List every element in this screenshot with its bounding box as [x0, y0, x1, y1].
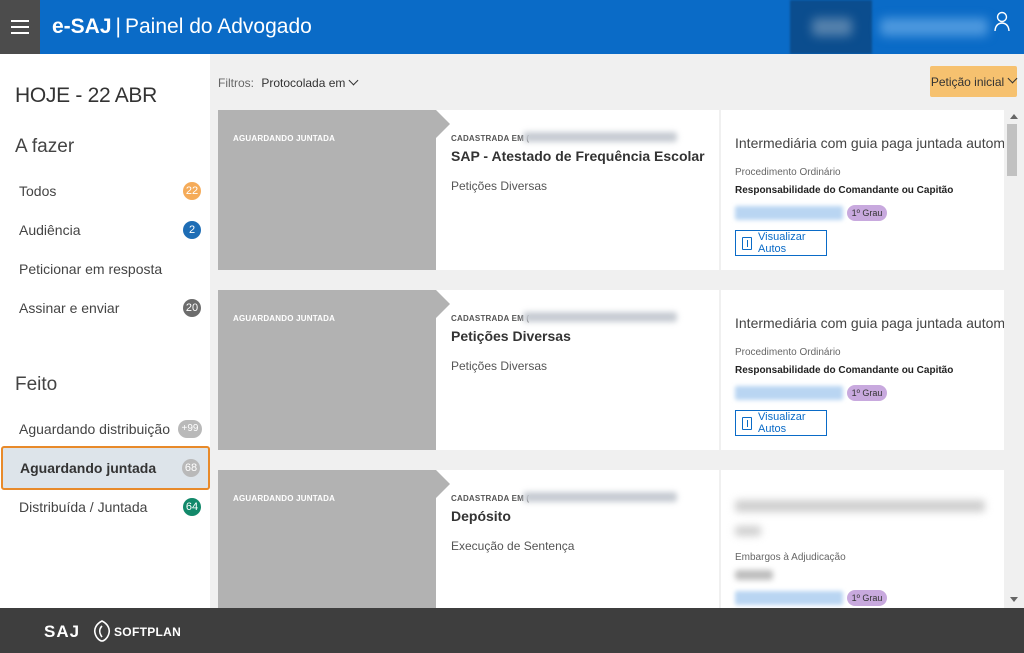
redacted-date: [523, 312, 677, 322]
sidebar-item-label: Distribuída / Juntada: [19, 499, 148, 515]
redacted-process-number: [735, 386, 843, 400]
document-icon: [742, 237, 752, 250]
brand-separator: |: [115, 15, 121, 38]
footer: SAJ SOFTPLAN: [0, 608, 1024, 653]
status-block: AGUARDANDO JUNTADA: [218, 470, 436, 608]
redacted-logo: [790, 0, 872, 54]
degree-badge: 1º Grau: [847, 385, 887, 401]
sidebar-item-label: Aguardando distribuição: [19, 421, 170, 437]
degree-badge: 1º Grau: [847, 205, 887, 221]
scroll-up-icon[interactable]: [1010, 114, 1018, 119]
sidebar-item-aguardando-distribuicao[interactable]: Aguardando distribuição +99: [0, 412, 210, 448]
petition-card[interactable]: AGUARDANDO JUNTADA CADASTRADA EM ( SAP -…: [218, 110, 1024, 270]
document-icon: [742, 417, 752, 430]
count-badge: +99: [178, 420, 202, 438]
today-date: HOJE - 22 ABR: [15, 84, 157, 107]
new-petition-label: Petição inicial: [930, 74, 1005, 89]
filter-label: Filtros:: [218, 76, 254, 90]
procedure-label: Procedimento Ordinário: [735, 347, 841, 358]
count-badge: 20: [183, 299, 201, 317]
degree-badge: 1º Grau: [847, 590, 887, 606]
chevron-down-icon: [1007, 73, 1018, 84]
app-title: e-SAJ | Painel do Advogado: [52, 15, 312, 39]
redacted-process-number: [735, 591, 843, 605]
petition-card[interactable]: AGUARDANDO JUNTADA CADASTRADA EM ( Petiç…: [218, 290, 1024, 450]
count-badge: 2: [183, 221, 201, 239]
chevron-down-icon: [348, 75, 359, 86]
user-icon[interactable]: [994, 11, 1010, 33]
view-case-label: Visualizar Autos: [758, 231, 806, 255]
sidebar-item-label: Todos: [19, 183, 57, 199]
top-bar: e-SAJ | Painel do Advogado: [0, 0, 1024, 54]
app-subtitle: Painel do Advogado: [125, 15, 312, 38]
sidebar: HOJE - 22 ABR A fazer Todos 22 Audiência…: [0, 54, 210, 608]
created-label: CADASTRADA EM (: [451, 494, 530, 503]
petition-classification: Petições Diversas: [451, 359, 548, 373]
hamburger-icon: [11, 20, 29, 22]
redacted-petition-type: [735, 500, 985, 512]
filter-value: Protocolada em: [261, 76, 346, 90]
hamburger-menu-button[interactable]: [0, 0, 40, 54]
view-case-label: Visualizar Autos: [758, 411, 806, 435]
main-content: Filtros: Protocolada em Petição inicial …: [210, 54, 1024, 608]
count-badge: 64: [183, 498, 201, 516]
created-label: CADASTRADA EM (: [451, 134, 530, 143]
sidebar-item-distribuida-juntada[interactable]: Distribuída / Juntada 64: [0, 490, 210, 526]
redacted-subject: [735, 570, 773, 580]
redacted-date: [523, 492, 677, 502]
count-badge: 22: [183, 182, 201, 200]
sidebar-item-assinar-e-enviar[interactable]: Assinar e enviar 20: [0, 291, 210, 327]
procedure-label: Embargos à Adjudicação: [735, 552, 846, 563]
petition-type: Intermediária com guia paga juntada auto…: [735, 135, 1024, 151]
subject-label: Responsabilidade do Comandante ou Capitã…: [735, 185, 954, 196]
petition-title: Depósito: [451, 508, 511, 524]
sidebar-item-label: Assinar e enviar: [19, 300, 120, 316]
new-petition-button[interactable]: Petição inicial: [930, 66, 1018, 97]
petition-card[interactable]: AGUARDANDO JUNTADA CADASTRADA EM ( Depós…: [218, 470, 1004, 608]
redacted-date: [523, 132, 677, 142]
created-label: CADASTRADA EM (: [451, 314, 530, 323]
petition-classification: Execução de Sentença: [451, 539, 575, 553]
filter-dropdown[interactable]: Protocolada em: [261, 75, 359, 90]
filter-bar: Filtros: Protocolada em: [218, 75, 359, 90]
status-block: AGUARDANDO JUNTADA: [218, 290, 436, 450]
count-badge: 68: [182, 459, 200, 477]
petition-type: Intermediária com guia paga juntada auto…: [735, 315, 1024, 331]
sidebar-item-aguardando-juntada[interactable]: Aguardando juntada 68: [1, 446, 210, 490]
scroll-thumb[interactable]: [1007, 124, 1017, 176]
scroll-down-icon[interactable]: [1010, 597, 1018, 602]
petition-classification: Petições Diversas: [451, 179, 548, 193]
sidebar-item-audiencia[interactable]: Audiência 2: [0, 213, 210, 249]
done-section-title: Feito: [15, 374, 58, 395]
status-block: AGUARDANDO JUNTADA: [218, 110, 436, 270]
sidebar-item-label: Audiência: [19, 222, 81, 238]
softplan-logo-icon: [93, 620, 111, 642]
sidebar-item-peticionar-em-resposta[interactable]: Peticionar em resposta: [0, 252, 210, 288]
status-label: AGUARDANDO JUNTADA: [233, 314, 336, 323]
brand-name: e-SAJ: [52, 15, 112, 38]
softplan-logo-text: SOFTPLAN: [114, 625, 182, 639]
view-case-button[interactable]: Visualizar Autos: [735, 230, 827, 256]
procedure-label: Procedimento Ordinário: [735, 167, 841, 178]
status-label: AGUARDANDO JUNTADA: [233, 134, 336, 143]
view-case-button[interactable]: Visualizar Autos: [735, 410, 827, 436]
petition-title: Petições Diversas: [451, 328, 571, 344]
redacted-process-number: [735, 206, 843, 220]
vertical-scrollbar[interactable]: [1004, 110, 1024, 608]
redacted-user-name: [880, 18, 988, 36]
redacted-petition-type-line2: [735, 526, 761, 536]
sidebar-item-label: Aguardando juntada: [20, 460, 157, 476]
status-label: AGUARDANDO JUNTADA: [233, 494, 336, 503]
saj-logo: SAJ: [44, 622, 81, 641]
sidebar-item-todos[interactable]: Todos 22: [0, 174, 210, 210]
sidebar-item-label: Peticionar em resposta: [19, 261, 163, 277]
subject-label: Responsabilidade do Comandante ou Capitã…: [735, 365, 954, 376]
todo-section-title: A fazer: [15, 136, 75, 157]
petition-title: SAP - Atestado de Frequência Escolar: [451, 148, 705, 164]
